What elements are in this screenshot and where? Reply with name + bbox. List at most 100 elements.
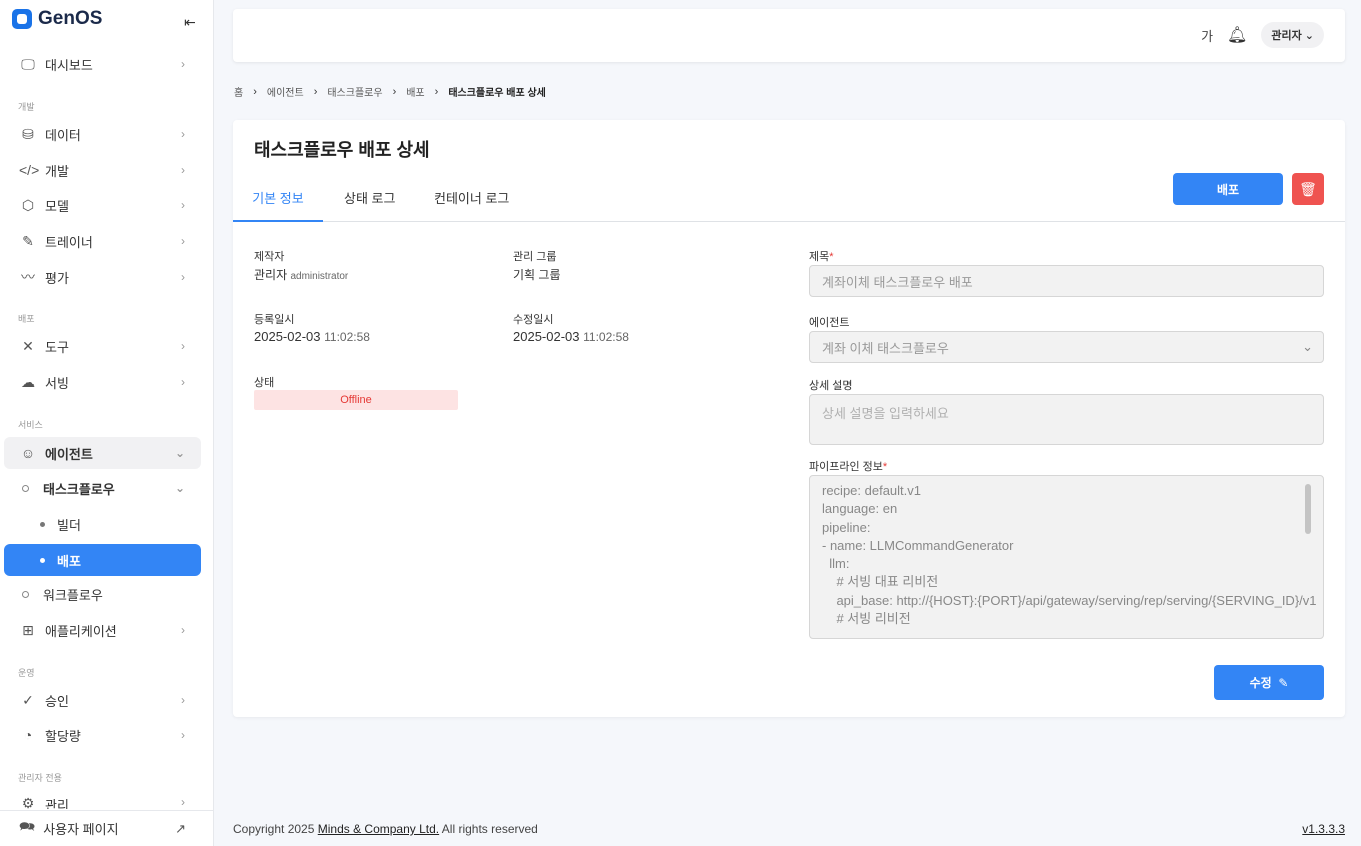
sidebar-item-agent[interactable]: ☺ 에이전트 ⌄ bbox=[4, 437, 201, 469]
logo[interactable]: GenOS bbox=[12, 8, 102, 30]
breadcrumb-taskflow[interactable]: 태스크플로우 bbox=[327, 84, 382, 99]
label: 트레이너 bbox=[45, 234, 93, 250]
label: 파이프라인 정보 bbox=[809, 461, 883, 473]
genos-logo-icon bbox=[12, 9, 32, 29]
rights-text: All rights reserved bbox=[439, 822, 538, 836]
deploy-button[interactable]: 배포 bbox=[1173, 173, 1283, 205]
pipeline-line: recipe: default.v1 bbox=[822, 483, 922, 498]
sidebar-item-dashboard[interactable]: 🖵 대시보드 › bbox=[4, 48, 201, 80]
chevron-right-icon: › bbox=[181, 728, 185, 742]
label: 승인 bbox=[45, 693, 69, 709]
sidebar-item-quota[interactable]: ◔ 할당량 › bbox=[4, 719, 201, 751]
sidebar-item-serving[interactable]: ☁ 서빙 › bbox=[4, 366, 201, 398]
creator-name: 관리자 bbox=[254, 268, 288, 282]
label: 제목 bbox=[809, 251, 830, 263]
sidebar-item-builder[interactable]: 빌더 bbox=[4, 508, 201, 540]
chevron-down-icon: ⌄ bbox=[1302, 339, 1313, 354]
version-link[interactable]: v1.3.3.3 bbox=[1302, 822, 1345, 836]
sidebar-item-model[interactable]: ⬡ 모델 › bbox=[4, 189, 201, 221]
dot-icon bbox=[40, 557, 45, 563]
apps-icon: ⊞ bbox=[22, 621, 34, 638]
language-toggle[interactable]: 가 bbox=[1201, 26, 1213, 45]
chevron-right-icon: › bbox=[181, 693, 185, 707]
description-textarea[interactable]: 상세 설명을 입력하세요 bbox=[809, 394, 1324, 445]
delete-button[interactable]: 🗑 bbox=[1292, 173, 1324, 205]
user-name: 관리자 bbox=[1271, 30, 1302, 42]
monitor-icon: 🖵 bbox=[21, 55, 35, 72]
chevron-right-icon: › bbox=[434, 85, 439, 98]
title-label: 제목* bbox=[809, 251, 834, 263]
label: 대시보드 bbox=[45, 57, 93, 73]
created-value: 2025-02-03 11:02:58 bbox=[254, 329, 370, 344]
tab-basic-info[interactable]: 기본 정보 bbox=[233, 188, 323, 222]
breadcrumb-home[interactable]: 홈 bbox=[234, 84, 243, 99]
chevron-right-icon: › bbox=[181, 234, 185, 248]
chevron-down-icon: ⌄ bbox=[174, 446, 185, 460]
label: 개발 bbox=[45, 163, 69, 179]
chevron-right-icon: › bbox=[181, 57, 185, 71]
collapse-sidebar-icon[interactable]: ⇤ bbox=[184, 14, 196, 31]
label: 수정 bbox=[1249, 676, 1272, 690]
label: 빌더 bbox=[57, 517, 81, 533]
creator-id: administrator bbox=[290, 271, 349, 282]
sidebar-item-eval[interactable]: 〰 평가 › bbox=[4, 261, 201, 293]
chevron-right-icon: › bbox=[313, 85, 318, 98]
label: 애플리케이션 bbox=[45, 623, 117, 639]
sidebar-item-workflow[interactable]: 워크플로우 bbox=[4, 578, 201, 610]
sidebar-item-tools[interactable]: ✕ 도구 › bbox=[4, 330, 201, 362]
tab-container-log[interactable]: 컨테이너 로그 bbox=[434, 188, 509, 222]
copyright-text: Copyright 2025 bbox=[233, 822, 318, 836]
sidebar-item-data[interactable]: ⛁ 데이터 › bbox=[4, 118, 201, 150]
creator-value: 관리자 administrator bbox=[254, 266, 348, 283]
brand-name: GenOS bbox=[38, 8, 103, 29]
title-input[interactable]: 계좌이체 태스크플로우 배포 bbox=[809, 265, 1324, 297]
created-date: 2025-02-03 bbox=[254, 329, 321, 344]
code-icon: </> bbox=[19, 162, 40, 178]
label: 서빙 bbox=[45, 375, 69, 391]
sidebar-item-deploy[interactable]: 배포 bbox=[4, 544, 201, 576]
sidebar-item-admin[interactable]: ⚙ 관리 › bbox=[4, 789, 201, 809]
chevron-right-icon: › bbox=[181, 623, 185, 637]
chevron-right-icon: › bbox=[181, 795, 185, 809]
footer-copyright: Copyright 2025 Minds & Company Ltd. All … bbox=[233, 822, 538, 836]
label: 관리 bbox=[45, 798, 69, 809]
chevron-right-icon: › bbox=[181, 198, 185, 212]
pencil-icon: ✎ bbox=[22, 232, 34, 249]
pipeline-line: - name: LLMCommandGenerator bbox=[822, 537, 1014, 553]
sidebar-item-dev[interactable]: </> 개발 › bbox=[4, 154, 201, 186]
agent-select[interactable]: 계좌 이체 태스크플로우 ⌄ bbox=[809, 331, 1324, 363]
breadcrumb-agent[interactable]: 에이전트 bbox=[267, 84, 304, 99]
updated-time: 11:02:58 bbox=[583, 330, 629, 344]
breadcrumb-deploy[interactable]: 배포 bbox=[406, 84, 424, 99]
sidebar: GenOS ⇤ 🖵 대시보드 › 개발 ⛁ 데이터 › </> 개발 › ⬡ 모델 › ✎ 트레이… bbox=[0, 0, 214, 846]
created-time: 11:02:58 bbox=[324, 330, 370, 344]
bell-icon[interactable]: 🔔︎ bbox=[1227, 25, 1247, 45]
chevron-right-icon: › bbox=[181, 127, 185, 141]
label: 태스크플로우 bbox=[43, 481, 115, 497]
user-menu-button[interactable]: 관리자 ⌄ bbox=[1261, 22, 1324, 48]
created-label: 등록일시 bbox=[254, 314, 295, 326]
pipeline-label: 파이프라인 정보* bbox=[809, 461, 888, 473]
sidebar-item-trainer[interactable]: ✎ 트레이너 › bbox=[4, 225, 201, 257]
chevron-right-icon: › bbox=[181, 163, 185, 177]
scrollbar[interactable] bbox=[1305, 484, 1311, 534]
breadcrumb-current: 태스크플로우 배포 상세 bbox=[448, 88, 546, 99]
sidebar-item-taskflow[interactable]: 태스크플로우 ⌄ bbox=[4, 472, 201, 504]
company-link[interactable]: Minds & Company Ltd. bbox=[318, 822, 439, 836]
robot-icon: ☺ bbox=[20, 445, 36, 461]
dot-icon bbox=[40, 521, 45, 527]
label: 데이터 bbox=[45, 127, 81, 143]
chevron-right-icon: › bbox=[253, 85, 257, 98]
top-header: 가 🔔︎ 관리자 ⌄ bbox=[233, 9, 1345, 62]
user-page-link[interactable]: 🗪 사용자 페이지 ↗ bbox=[0, 810, 213, 846]
sidebar-item-approval[interactable]: ✓ 승인 › bbox=[4, 684, 201, 716]
pipeline-textarea[interactable]: recipe: default.v1 language: en pipeline… bbox=[809, 475, 1324, 639]
sidebar-item-application[interactable]: ⊞ 애플리케이션 › bbox=[4, 614, 201, 646]
cloud-icon: ☁ bbox=[21, 373, 35, 390]
tab-status-log[interactable]: 상태 로그 bbox=[344, 188, 395, 222]
external-link-icon: ↗ bbox=[175, 820, 186, 836]
edit-button[interactable]: 수정 ✎ bbox=[1214, 665, 1324, 700]
pipeline-line: llm: bbox=[822, 556, 850, 572]
trend-icon: 〰 bbox=[21, 269, 35, 285]
check-icon: ✓ bbox=[22, 691, 34, 708]
